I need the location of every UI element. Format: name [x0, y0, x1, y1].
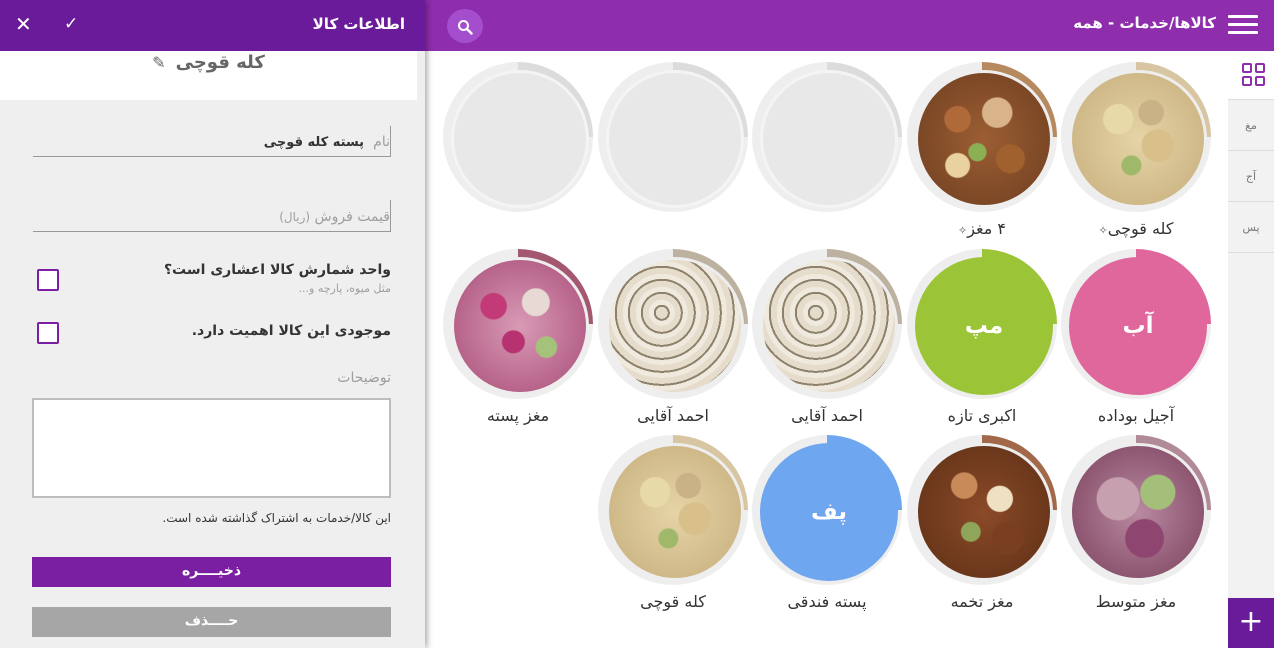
grid-view-tab[interactable]	[1228, 51, 1274, 100]
product-photo	[606, 443, 744, 581]
search-icon	[458, 19, 473, 35]
panel-header: اطلاعات کالا ✓ ✕	[0, 0, 425, 51]
price-unit: (ریال)	[279, 210, 311, 224]
product-info-panel: اطلاعات کالا ✓ ✕ کله قوچی ✎ نام پسته کله…	[0, 0, 425, 648]
stock-checkbox[interactable]	[37, 322, 59, 344]
tab-category-1[interactable]: مغ	[1228, 100, 1274, 151]
empty-tile	[451, 70, 589, 208]
product-photo	[1069, 443, 1207, 581]
product-tile[interactable]	[443, 62, 593, 244]
price-label: قیمت فروش (ریال)	[279, 209, 390, 225]
product-tile[interactable]: مغز متوسط	[1061, 435, 1211, 617]
product-tile[interactable]: احمد آقایی	[598, 249, 748, 431]
add-button[interactable]: +	[1228, 598, 1274, 648]
product-name: کله قوچی	[175, 52, 265, 73]
product-tile[interactable]: مغز پسته	[443, 249, 593, 431]
product-name-bar: کله قوچی ✎	[0, 51, 417, 100]
product-tile[interactable]: مپ اکبری تازه	[907, 249, 1057, 431]
price-label-text: قیمت فروش	[314, 209, 390, 225]
product-photo	[915, 443, 1053, 581]
product-tile[interactable]: کله قوچی✧	[1061, 62, 1211, 244]
category-tabs: مغ آج پس	[1228, 51, 1274, 648]
pin-icon: ✧	[1098, 224, 1108, 237]
product-label: پسته فندقی	[787, 592, 867, 611]
price-field[interactable]: قیمت فروش (ریال)	[33, 200, 391, 232]
main-header: کالاها/خدمات - همه	[425, 0, 1274, 51]
product-tile[interactable]: ۴ مغز✧	[907, 62, 1057, 244]
product-photo	[606, 257, 744, 395]
empty-tile	[760, 70, 898, 208]
notes-textarea[interactable]	[32, 398, 391, 498]
product-label: احمد آقایی	[637, 406, 709, 425]
stock-row: موجودی این کالا اهمیت دارد.	[33, 322, 391, 344]
decimal-unit-question: واحد شمارش کالا اعشاری است؟	[163, 262, 391, 278]
product-photo	[915, 70, 1053, 208]
product-label: آجیل بوداده	[1097, 406, 1175, 425]
name-field[interactable]: نام پسته کله قوچی	[33, 126, 391, 157]
product-label: مغز پسته	[486, 406, 550, 425]
stock-question: موجودی این کالا اهمیت دارد.	[191, 323, 391, 339]
tab-category-3[interactable]: پس	[1228, 202, 1274, 253]
product-tile[interactable]	[598, 62, 748, 244]
product-label: کله قوچی	[640, 592, 706, 611]
product-tile[interactable]	[752, 62, 902, 244]
product-initials: پف	[760, 443, 898, 581]
product-label: مغز متوسط	[1095, 592, 1177, 611]
delete-button[interactable]: حــــذف	[32, 607, 391, 637]
name-label: نام	[373, 134, 390, 150]
product-grid: کله قوچی✧ ۴ مغز✧ آب آجیل بوداده مپ اکبری تازه…	[425, 51, 1228, 648]
pin-icon: ✧	[957, 224, 968, 237]
decimal-unit-hint: مثل میوه، پارچه و...	[298, 282, 391, 295]
grid-icon	[1242, 63, 1266, 87]
product-tile[interactable]: مغز تخمه	[907, 435, 1057, 617]
search-button[interactable]	[447, 9, 483, 43]
notes-label: توضیحات	[337, 370, 391, 386]
pencil-icon[interactable]: ✎	[152, 53, 165, 72]
product-tile[interactable]: احمد آقایی	[752, 249, 902, 431]
decimal-unit-row: واحد شمارش کالا اعشاری است؟ مثل میوه، پا…	[33, 262, 391, 295]
product-label: ۴ مغز✧	[957, 219, 1006, 238]
product-photo	[1069, 70, 1207, 208]
panel-title: اطلاعات کالا	[312, 15, 405, 33]
check-icon[interactable]: ✓	[64, 14, 78, 34]
product-label: احمد آقایی	[791, 406, 863, 425]
product-initials: مپ	[915, 257, 1053, 395]
page-title: کالاها/خدمات - همه	[1073, 14, 1216, 32]
product-photo	[760, 257, 898, 395]
name-value[interactable]: پسته کله قوچی	[264, 135, 364, 150]
empty-tile	[606, 70, 744, 208]
menu-icon[interactable]	[1228, 15, 1258, 35]
shared-note: این کالا/خدمات به اشتراک گذاشته شده است.	[162, 511, 391, 525]
product-tile[interactable]: پف پسته فندقی	[752, 435, 902, 617]
decimal-unit-checkbox[interactable]	[37, 269, 59, 291]
product-label: کله قوچی✧	[1098, 219, 1174, 238]
product-photo	[451, 257, 589, 395]
product-label: اکبری تازه	[947, 406, 1017, 425]
close-icon[interactable]: ✕	[15, 12, 32, 36]
product-initials: آب	[1069, 257, 1207, 395]
product-tile[interactable]: کله قوچی	[598, 435, 748, 617]
save-button[interactable]: ذخیــــره	[32, 557, 391, 587]
product-label: مغز تخمه	[950, 592, 1014, 611]
product-tile[interactable]: آب آجیل بوداده	[1061, 249, 1211, 431]
tab-category-2[interactable]: آج	[1228, 151, 1274, 202]
